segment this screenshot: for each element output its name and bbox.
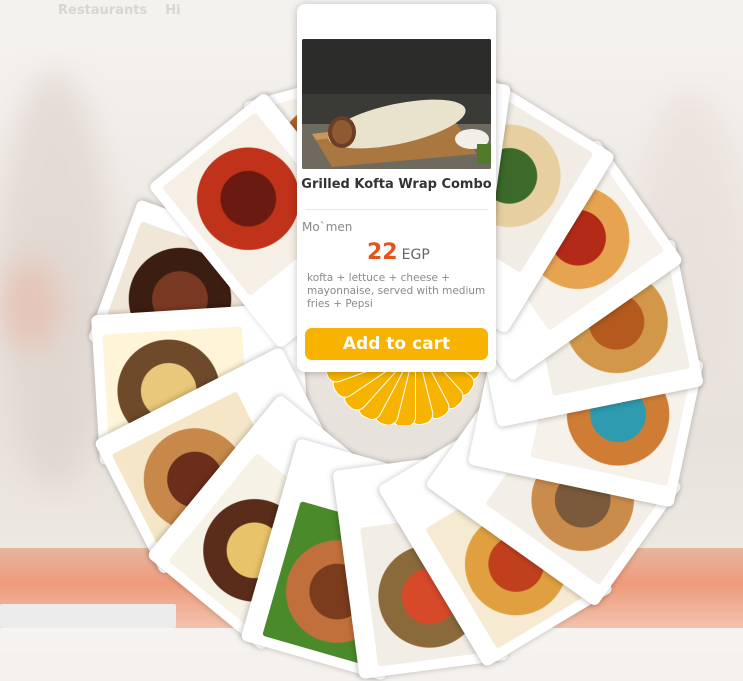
restaurant-name[interactable]: Mo`men	[302, 220, 352, 234]
kofta-wrap-image	[302, 39, 491, 169]
price-value: 22	[367, 240, 398, 265]
product-price: 22 EGP	[367, 240, 430, 265]
product-description: kofta + lettuce + cheese + mayonnaise, s…	[307, 272, 486, 310]
add-to-cart-button[interactable]: Add to cart	[305, 328, 488, 360]
featured-product-title: Grilled Kofta Wrap Combo	[301, 177, 492, 192]
featured-product-card: Grilled Kofta Wrap Combo Mo`men 22 EGP ko…	[297, 4, 496, 372]
price-currency: EGP	[401, 247, 430, 263]
divider	[305, 209, 488, 210]
featured-product-image[interactable]	[302, 39, 491, 169]
